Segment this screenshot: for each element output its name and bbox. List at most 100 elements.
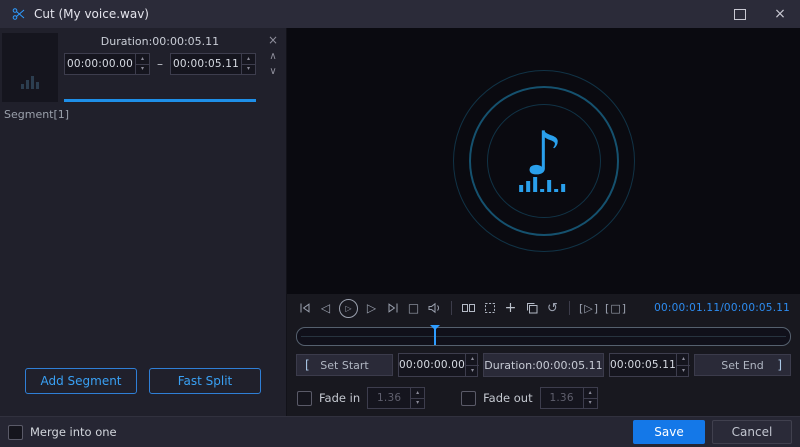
reset-button[interactable]: ↺ <box>545 300 560 316</box>
merge-into-one-label: Merge into one <box>30 425 117 439</box>
segment-editor: Duration:00:00:05.11 00:00:00.00 ▴ ▾ – 0… <box>0 28 286 102</box>
add-button[interactable]: + <box>503 300 518 316</box>
window-controls: × <box>732 6 788 22</box>
split-button[interactable] <box>461 300 476 316</box>
segment-start-value[interactable]: 00:00:00.00 <box>65 54 135 74</box>
start-bracket-icon: [ <box>305 358 310 372</box>
close-icon: × <box>774 6 786 22</box>
close-button[interactable]: × <box>772 6 788 22</box>
spin-down-icon[interactable]: ▾ <box>242 65 255 75</box>
region-select-button[interactable] <box>482 300 497 316</box>
segment-end-value[interactable]: 00:00:05.11 <box>171 54 241 74</box>
set-end-button[interactable]: Set End ] <box>694 354 791 376</box>
spin-up-icon[interactable]: ▴ <box>136 54 149 65</box>
copy-button[interactable] <box>524 300 539 316</box>
duration-display: Duration:00:00:05.11 <box>483 353 604 377</box>
spin-down-icon[interactable]: ▾ <box>411 399 424 409</box>
spin-up-icon[interactable]: ▴ <box>677 354 691 366</box>
fade-out-spinbox[interactable]: 1.36 ▴ ▾ <box>539 387 598 409</box>
fade-out-value[interactable]: 1.36 <box>541 388 583 408</box>
spinner-arrows: ▴ ▾ <box>241 54 255 74</box>
segments-panel: Duration:00:00:05.11 00:00:00.00 ▴ ▾ – 0… <box>0 28 287 416</box>
skip-end-button[interactable] <box>385 300 400 316</box>
equalizer-icon <box>518 177 565 192</box>
spinner-arrows: ▴ ▾ <box>676 354 691 377</box>
spin-up-icon[interactable]: ▴ <box>242 54 255 65</box>
fade-in-label: Fade in <box>319 391 361 405</box>
spin-up-icon[interactable]: ▴ <box>411 388 425 399</box>
step-back-button[interactable]: ◁ <box>318 300 333 316</box>
segment-side-controls: × ∧ ∨ <box>262 33 284 102</box>
play-segment-button[interactable]: [▷] <box>579 302 599 315</box>
thumb-eq-icon <box>26 80 29 89</box>
play-button[interactable]: ▷ <box>339 298 358 318</box>
fade-out-label: Fade out <box>483 391 533 405</box>
spin-up-icon[interactable]: ▴ <box>583 388 597 399</box>
preview-panel: ♪ ◁ ▷ ▷ □ + ↺ [▷] [□] 00:00:01.11/00:00:… <box>287 28 800 416</box>
segment-list-empty-area <box>0 125 286 368</box>
fade-in-checkbox[interactable] <box>297 390 312 406</box>
segment-move-down-icon[interactable]: ∨ <box>269 66 276 77</box>
volume-button[interactable] <box>427 300 442 316</box>
merge-into-one-checkbox[interactable] <box>8 424 23 440</box>
maximize-button[interactable] <box>732 6 748 22</box>
spinner-arrows: ▴ ▾ <box>582 388 597 409</box>
spin-down-icon[interactable]: ▾ <box>466 366 479 377</box>
transport-bar: ◁ ▷ ▷ □ + ↺ [▷] [□] 00:00:01.11/00:00:05… <box>287 294 800 322</box>
segment-thumbnail[interactable] <box>2 33 58 102</box>
timeline-row <box>287 322 800 350</box>
preview-area: ♪ <box>287 28 800 294</box>
segment-remove-icon[interactable]: × <box>268 33 278 47</box>
fade-controls: Fade in 1.36 ▴ ▾ Fade out 1.36 ▴ ▾ <box>287 380 800 416</box>
spinner-arrows: ▴ ▾ <box>465 354 480 377</box>
fast-split-button[interactable]: Fast Split <box>149 368 261 394</box>
range-separator: – <box>157 57 163 71</box>
scissors-icon <box>12 7 26 21</box>
thumb-eq-icon <box>36 82 39 89</box>
trim-start-spinbox[interactable]: 00:00:00.00 ▴ ▾ <box>398 353 480 377</box>
spinner-arrows: ▴ ▾ <box>410 388 425 409</box>
trim-end-value[interactable]: 00:00:05.11 <box>610 354 676 376</box>
timeline-playhead-line <box>434 328 437 345</box>
spin-down-icon[interactable]: ▾ <box>584 399 597 409</box>
fade-in-value[interactable]: 1.36 <box>368 388 410 408</box>
segment-label: Segment[1] <box>4 108 70 121</box>
toolbar-divider <box>569 301 570 315</box>
segment-time-row: 00:00:00.00 ▴ ▾ – 00:00:05.11 ▴ ▾ <box>64 53 256 75</box>
segment-start-spinbox[interactable]: 00:00:00.00 ▴ ▾ <box>64 53 150 75</box>
fade-out-checkbox[interactable] <box>461 390 477 406</box>
set-end-label: Set End <box>721 358 764 372</box>
stop-segment-button[interactable]: [□] <box>605 302 627 315</box>
window-title: Cut (My voice.wav) <box>34 7 149 21</box>
segment-end-spinbox[interactable]: 00:00:05.11 ▴ ▾ <box>170 53 256 75</box>
set-start-button[interactable]: [ Set Start <box>296 354 393 376</box>
save-button[interactable]: Save <box>633 420 705 444</box>
segment-actions: Add Segment Fast Split <box>0 368 286 416</box>
titlebar: Cut (My voice.wav) × <box>0 0 800 28</box>
cancel-button[interactable]: Cancel <box>712 420 792 444</box>
segment-time-editor: Duration:00:00:05.11 00:00:00.00 ▴ ▾ – 0… <box>58 33 262 102</box>
spin-down-icon[interactable]: ▾ <box>677 366 690 377</box>
dialog-body: Duration:00:00:05.11 00:00:00.00 ▴ ▾ – 0… <box>0 28 800 416</box>
step-forward-button[interactable]: ▷ <box>364 300 379 316</box>
spinner-arrows: ▴ ▾ <box>135 54 149 74</box>
spin-down-icon[interactable]: ▾ <box>136 65 149 75</box>
thumb-eq-icon <box>21 84 24 89</box>
add-segment-button[interactable]: Add Segment <box>25 368 137 394</box>
segment-duration-label: Duration:00:00:05.11 <box>100 35 220 48</box>
trim-controls: [ Set Start 00:00:00.00 ▴ ▾ Duration:00:… <box>287 350 800 380</box>
trim-end-spinbox[interactable]: 00:00:05.11 ▴ ▾ <box>609 353 691 377</box>
trim-start-value[interactable]: 00:00:00.00 <box>399 354 465 376</box>
toolbar-divider <box>451 301 452 315</box>
music-note-icon: ♪ <box>524 118 563 189</box>
maximize-icon <box>734 8 746 20</box>
spin-up-icon[interactable]: ▴ <box>466 354 480 366</box>
cut-dialog-window: Cut (My voice.wav) × Duration:00:00:05.1… <box>0 0 800 447</box>
stop-button[interactable]: □ <box>406 300 421 316</box>
segment-move-up-icon[interactable]: ∧ <box>269 51 276 62</box>
play-icon: ▷ <box>345 303 352 313</box>
skip-start-button[interactable] <box>297 300 312 316</box>
playback-time-display: 00:00:01.11/00:00:05.11 <box>654 302 790 314</box>
fade-in-spinbox[interactable]: 1.36 ▴ ▾ <box>367 387 426 409</box>
timeline-slider[interactable] <box>296 324 791 346</box>
